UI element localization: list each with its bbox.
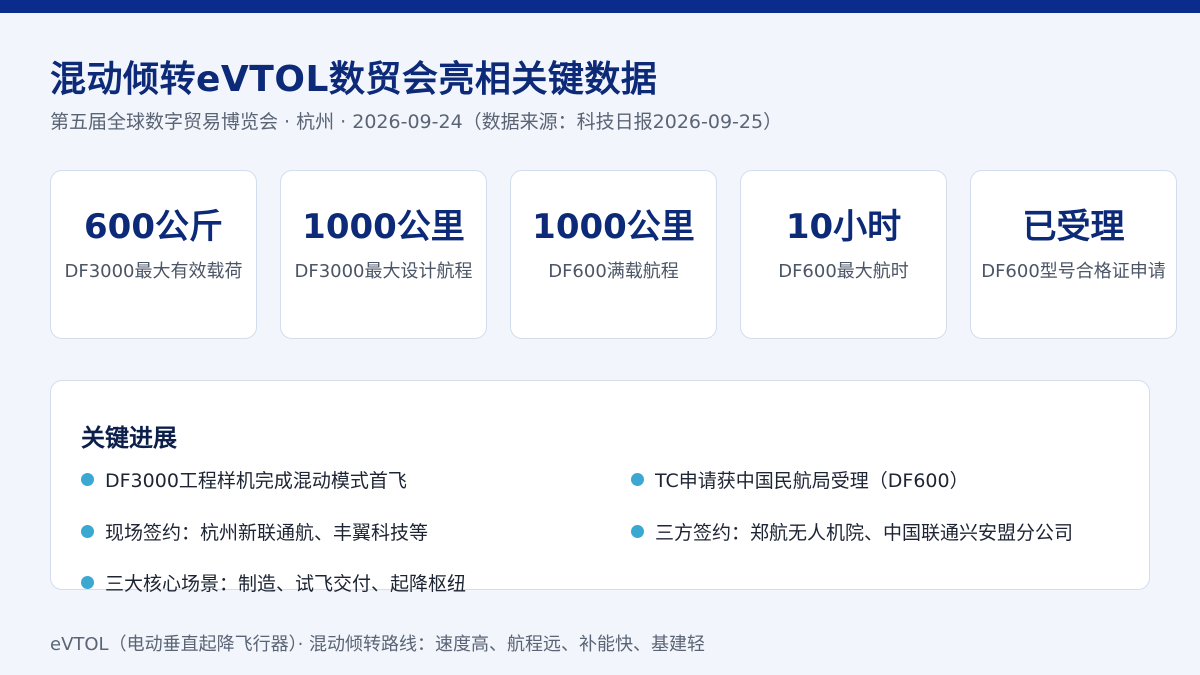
top-accent-bar: [0, 0, 1200, 13]
progress-item-text: 三大核心场景：制造、试飞交付、起降枢纽: [105, 573, 467, 595]
stat-card-endurance: 10小时 DF600最大航时: [740, 170, 947, 339]
progress-item: DF3000工程样机完成混动模式首飞: [81, 466, 407, 493]
stat-card-certificate: 已受理 DF600型号合格证申请: [970, 170, 1177, 339]
progress-item: TC申请获中国民航局受理（DF600）: [631, 466, 969, 493]
stat-value: 600公斤: [84, 207, 223, 247]
progress-item-text: 三方签约：郑航无人机院、中国联通兴安盟分公司: [655, 522, 1074, 544]
bullet-dot-icon: [631, 525, 644, 538]
bullet-dot-icon: [81, 576, 94, 589]
stat-card-full-load-range: 1000公里 DF600满载航程: [510, 170, 717, 339]
progress-item-text: 现场签约：杭州新联通航、丰翼科技等: [105, 522, 429, 544]
footer-note: eVTOL（电动垂直起降飞行器）· 混动倾转路线：速度高、航程远、补能快、基建轻: [50, 634, 706, 655]
key-progress-panel: 关键进展 DF3000工程样机完成混动模式首飞 TC申请获中国民航局受理（DF6…: [50, 380, 1150, 595]
stat-value: 已受理: [1022, 207, 1125, 247]
stat-label: DF600型号合格证申请: [981, 261, 1166, 282]
stat-value: 1000公里: [532, 207, 695, 247]
progress-item: 三方签约：郑航无人机院、中国联通兴安盟分公司: [631, 518, 1073, 545]
progress-item: 现场签约：杭州新联通航、丰翼科技等: [81, 518, 428, 545]
page-subtitle: 第五届全球数字贸易博览会 · 杭州 · 2026-09-24（数据来源：科技日报…: [50, 111, 783, 133]
stat-card-payload: 600公斤 DF3000最大有效载荷: [50, 170, 257, 339]
progress-item-text: DF3000工程样机完成混动模式首飞: [105, 470, 407, 492]
progress-item-text: TC申请获中国民航局受理（DF600）: [655, 470, 969, 492]
page-title: 混动倾转eVTOL数贸会亮相关键数据: [50, 59, 658, 100]
bullet-dot-icon: [81, 525, 94, 538]
progress-title: 关键进展: [81, 424, 177, 452]
bullet-dot-icon: [81, 473, 94, 486]
progress-item: 三大核心场景：制造、试飞交付、起降枢纽: [81, 569, 466, 596]
stat-card-range: 1000公里 DF3000最大设计航程: [280, 170, 487, 339]
stat-value: 10小时: [785, 207, 902, 247]
bullet-dot-icon: [631, 473, 644, 486]
stat-value: 1000公里: [302, 207, 465, 247]
